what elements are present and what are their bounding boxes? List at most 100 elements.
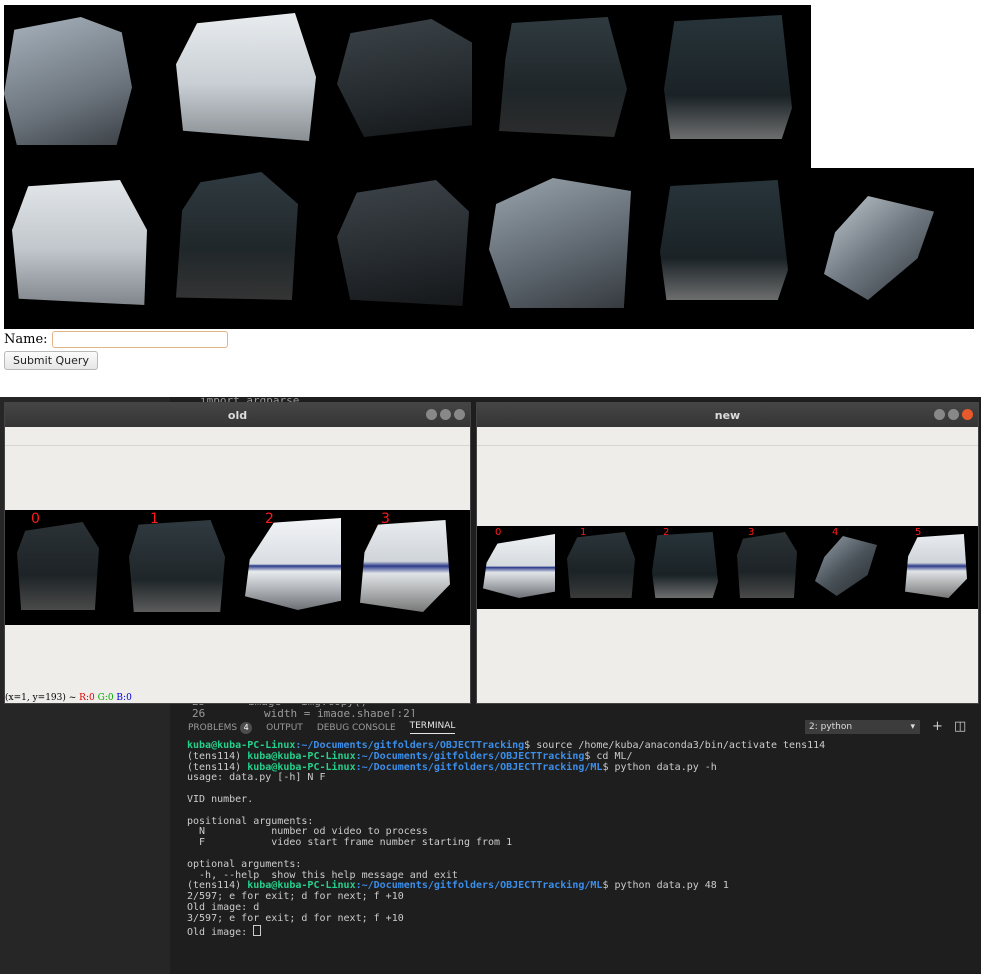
car-image (337, 180, 469, 306)
opencv-window-new[interactable]: new 0 1 2 3 4 5 (476, 402, 979, 704)
terminal-line: positional arguments: (187, 815, 314, 827)
terminal-line: F video start frame number starting from… (187, 837, 513, 849)
terminal-line: 2/597; e for exit; d for next; f +10 (187, 891, 404, 903)
cursor-position: (x=1, y=193) ~ (5, 693, 77, 703)
prompt-path: :~/Documents/gitfolders/OBJECTTracking/M… (355, 880, 603, 892)
name-label: Name: (4, 332, 48, 347)
prompt-user: kuba@kuba-PC-Linux (187, 740, 296, 751)
terminal-select[interactable]: 2: python ▾ (805, 720, 920, 734)
car-image (360, 520, 450, 612)
prompt-env: (tens114) (187, 880, 248, 892)
terminal-line: 3/597; e for exit; d for next; f +10 (187, 912, 404, 924)
prompt-user: kuba@kuba-PC-Linux (247, 761, 356, 773)
terminal-line: (tens114) kuba@kuba-PC-Linux:~/Documents… (187, 762, 717, 773)
terminal-line: N number od video to process (187, 826, 428, 838)
name-form-row: Name: (4, 331, 228, 348)
image-index-label: 3 (748, 527, 755, 538)
car-image (12, 180, 147, 305)
green-value: G:0 (97, 693, 114, 703)
tab-label: PROBLEMS (188, 722, 238, 733)
image-index-label: 4 (832, 527, 839, 538)
image-index-label: 0 (495, 527, 502, 538)
name-input[interactable] (51, 331, 228, 348)
car-image (245, 518, 341, 610)
car-image (905, 534, 967, 598)
terminal-line: -h, --help show this help message and ex… (187, 869, 458, 881)
car-image (489, 178, 631, 308)
prompt-command: $ source /home/kuba/anaconda3/bin/activa… (524, 740, 826, 751)
window-title: old (227, 408, 248, 422)
pixel-status-bar: (x=1, y=193) ~ R:0 G:0 B:0 (5, 693, 132, 703)
car-image (815, 536, 877, 596)
car-image (567, 532, 635, 598)
prompt-command: $ python data.py 48 1 (602, 880, 729, 892)
panel-tabs: PROBLEMS 4 OUTPUT DEBUG CONSOLE TERMINAL (188, 721, 456, 734)
terminal-line: usage: data.py [-h] N F (187, 772, 326, 784)
close-button[interactable] (962, 409, 973, 420)
prompt-env: (tens114) (187, 761, 248, 773)
window-controls (934, 409, 973, 420)
image-index-label: 3 (381, 511, 390, 527)
car-strip-bottom (4, 168, 974, 329)
problems-count-badge: 4 (240, 721, 253, 734)
prompt-command: $ cd ML/ (584, 750, 633, 762)
car-image (483, 534, 555, 598)
terminal-line: (tens114) kuba@kuba-PC-Linux:~/Documents… (187, 880, 729, 891)
car-image (652, 532, 718, 598)
window-toolbar (477, 427, 978, 446)
prompt-path: :~/Documents/gitfolders/OBJECTTracking/M… (355, 761, 603, 773)
split-icon[interactable]: ◫ (954, 719, 966, 734)
car-image (664, 15, 792, 139)
maximize-button[interactable] (948, 409, 959, 420)
window-controls (426, 409, 465, 420)
terminal-select-value: 2: python (809, 722, 853, 732)
terminal-line: Old image: d (187, 901, 260, 913)
tab-debug-console[interactable]: DEBUG CONSOLE (317, 723, 396, 733)
maximize-button[interactable] (440, 409, 451, 420)
minimize-button[interactable] (934, 409, 945, 420)
car-image (17, 522, 99, 610)
image-index-label: 2 (265, 511, 274, 527)
prompt-env: (tens114) (187, 750, 248, 762)
minimize-button[interactable] (426, 409, 437, 420)
image-strip-old: 0 1 2 3 (5, 510, 470, 625)
prompt-text: Old image: (187, 926, 254, 938)
tab-output[interactable]: OUTPUT (266, 723, 303, 733)
car-image (129, 520, 225, 612)
prompt-command: $ python data.py -h (602, 761, 717, 773)
image-index-label: 2 (663, 527, 670, 538)
car-image (176, 13, 316, 141)
window-toolbar (5, 427, 470, 446)
terminal-line: (tens114) kuba@kuba-PC-Linux:~/Documents… (187, 751, 633, 762)
prompt-user: kuba@kuba-PC-Linux (247, 880, 356, 892)
car-strip-top (4, 5, 811, 168)
opencv-window-old[interactable]: old 0 1 2 3 (x=1, y=193) ~ R:0 G:0 B:0 (4, 402, 471, 704)
prompt-path: :~/Documents/gitfolders/OBJECTTracking (295, 740, 525, 751)
window-title: new (714, 408, 741, 422)
image-index-label: 1 (150, 511, 159, 527)
window-titlebar[interactable]: old (5, 403, 470, 427)
image-index-label: 1 (580, 527, 587, 538)
terminal-output[interactable]: kuba@kuba-PC-Linux:~/Documents/gitfolder… (187, 740, 825, 938)
car-image (499, 17, 627, 137)
car-image (824, 196, 934, 300)
add-terminal-icon[interactable]: + (932, 719, 943, 734)
window-titlebar[interactable]: new (477, 403, 978, 427)
image-index-label: 0 (31, 511, 40, 527)
close-button[interactable] (454, 409, 465, 420)
tab-terminal[interactable]: TERMINAL (409, 721, 456, 734)
car-image (4, 17, 132, 145)
vscode-panel: PROBLEMS 4 OUTPUT DEBUG CONSOLE TERMINAL … (170, 717, 981, 974)
submit-query-button[interactable]: Submit Query (4, 351, 98, 370)
car-image (337, 19, 472, 137)
terminal-line: kuba@kuba-PC-Linux:~/Documents/gitfolder… (187, 740, 825, 751)
desktop: import argparse 25 image = img.copy() 26… (0, 397, 981, 974)
terminal-line: VID number. (187, 793, 254, 805)
image-index-label: 5 (915, 527, 922, 538)
blue-value: B:0 (116, 693, 132, 703)
terminal-cursor (253, 924, 262, 936)
tab-problems[interactable]: PROBLEMS 4 (188, 721, 253, 734)
image-strip-new: 0 1 2 3 4 5 (477, 526, 978, 609)
prompt-path: :~/Documents/gitfolders/OBJECTTracking (355, 750, 585, 762)
car-image (660, 180, 788, 300)
